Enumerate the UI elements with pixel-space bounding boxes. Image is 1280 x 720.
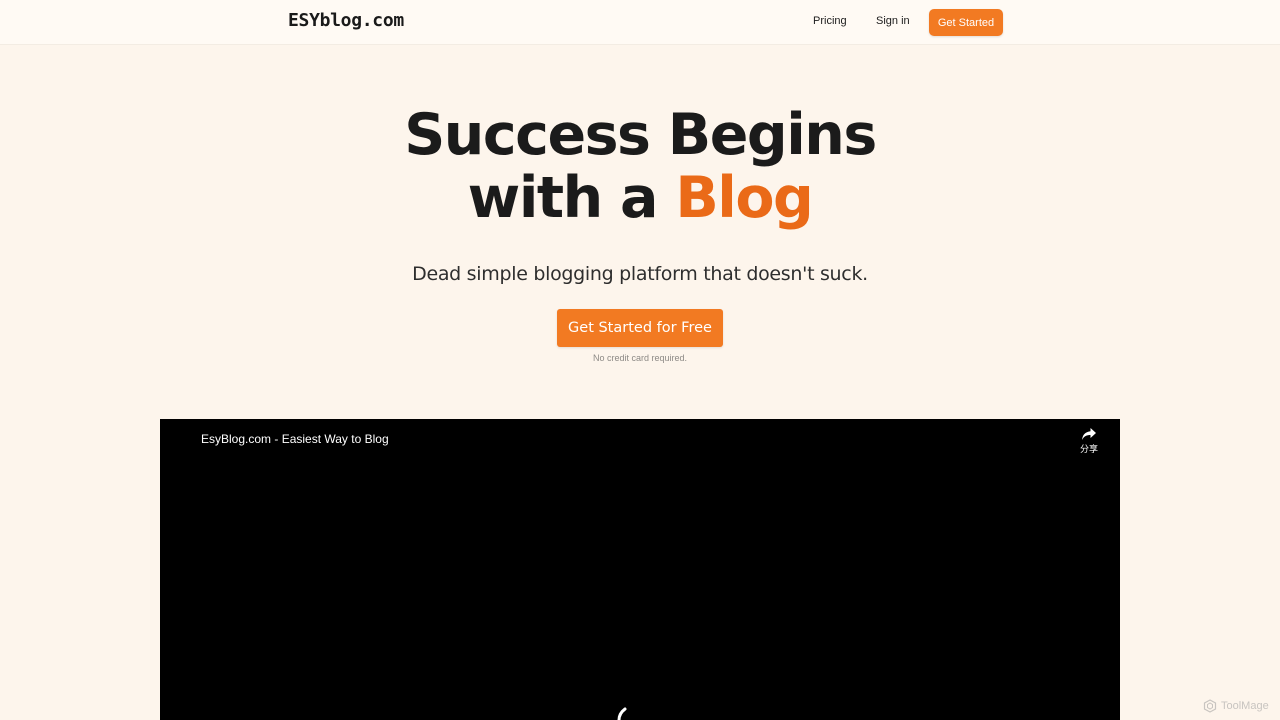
nav-sign-in-link[interactable]: Sign in	[876, 15, 910, 27]
share-arrow-icon	[1082, 428, 1096, 440]
video-title-link[interactable]: EsyBlog.com - Easiest Way to Blog	[201, 432, 389, 446]
top-navigation-bar: ESYblog.com Pricing Sign in Get Started	[0, 0, 1280, 45]
loading-spinner-icon	[617, 707, 627, 720]
hero-title: Success Begins with a Blog	[0, 104, 1280, 230]
hero-title-accent-word: Blog	[675, 165, 813, 231]
video-share-button[interactable]: 分享	[1074, 427, 1104, 461]
toolmage-logo-icon	[1203, 699, 1217, 713]
nav-get-started-button[interactable]: Get Started	[929, 9, 1003, 36]
landing-page: ESYblog.com Pricing Sign in Get Started …	[0, 0, 1280, 720]
hero-title-line-1: Success Begins	[404, 102, 877, 168]
hero-title-line-2-prefix: with a	[467, 165, 676, 231]
watermark-text: ToolMage	[1221, 700, 1269, 712]
toolmage-watermark: ToolMage	[1203, 699, 1269, 713]
hero-subtitle: Dead simple blogging platform that doesn…	[412, 263, 868, 285]
nav-pricing-link[interactable]: Pricing	[813, 15, 847, 27]
hero-get-started-free-button[interactable]: Get Started for Free	[557, 309, 723, 347]
embedded-video-player[interactable]: EsyBlog.com - Easiest Way to Blog 分享	[160, 419, 1120, 720]
site-logo[interactable]: ESYblog.com	[288, 10, 404, 31]
no-credit-card-note: No credit card required.	[592, 353, 688, 363]
share-label: 分享	[1079, 445, 1098, 455]
